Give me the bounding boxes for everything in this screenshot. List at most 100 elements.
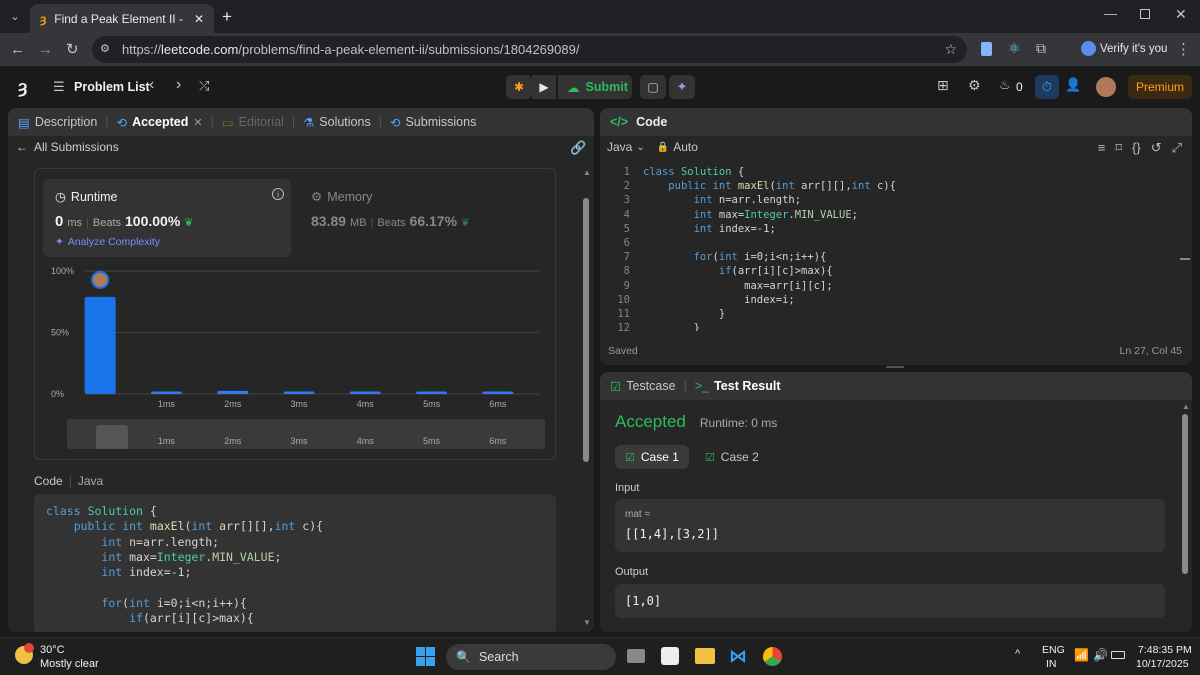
weather-desc[interactable]: Mostly clear (40, 658, 99, 670)
notes-icon[interactable]: ▢ (640, 75, 666, 99)
timer-icon[interactable]: ⏱ (1035, 75, 1059, 99)
scroll-down-arrow[interactable]: ▼ (583, 618, 591, 627)
close-tab-accepted-icon[interactable]: ✕ (193, 116, 202, 129)
tab-editorial[interactable]: ▭ Editorial (222, 115, 284, 130)
runtime-card[interactable]: ◷ Runtime i 0 ms | Beats 100.00% ❦ ✦ Analy… (43, 179, 291, 257)
reset-icon[interactable]: ↺ (1151, 140, 1162, 156)
restore-icon[interactable] (1140, 9, 1150, 19)
lang-in[interactable]: IN (1046, 658, 1057, 670)
slider-tick-label: 4ms (356, 436, 374, 446)
chart-bar[interactable] (217, 390, 249, 394)
tab-description[interactable]: ▤ Description (18, 115, 97, 130)
verify-label[interactable]: Verify it's you (1100, 43, 1167, 55)
premium-button[interactable]: Premium (1128, 75, 1192, 99)
extensions-puzzle-icon[interactable]: ⧉ (1036, 40, 1046, 57)
memory-card[interactable]: ⚙ Memory 83.89 MB | Beats 66.17% ❦ (299, 179, 547, 257)
chart-bar[interactable] (84, 296, 116, 394)
start-windows-icon[interactable] (416, 647, 435, 666)
site-info-icon[interactable]: ⚙ (100, 42, 110, 55)
app-icon-search[interactable] (661, 647, 679, 665)
next-problem-icon[interactable]: › (176, 76, 181, 94)
forward-icon[interactable]: → (38, 41, 53, 58)
problem-list-icon[interactable]: ☰ (53, 79, 65, 95)
info-icon[interactable]: i (272, 188, 284, 200)
chrome-icon[interactable] (763, 647, 782, 666)
minimize-icon[interactable]: — (1104, 6, 1117, 21)
share-link-icon[interactable]: 🔗 (570, 140, 586, 156)
slider-handle[interactable] (96, 425, 128, 449)
browser-menu-icon[interactable]: ⋮ (1176, 40, 1191, 58)
scroll-thumb[interactable] (583, 198, 589, 462)
tab-list-chevron-icon[interactable]: ⌄ (8, 9, 22, 23)
clock-time[interactable]: 7:48:35 PM (1138, 644, 1192, 656)
panel-resize-handle[interactable] (886, 366, 904, 368)
leetcode-logo-icon[interactable]: ȝ (18, 77, 27, 98)
wifi-icon[interactable]: 📶 (1074, 648, 1089, 662)
vscode-icon[interactable]: ⋈ (729, 646, 747, 667)
all-submissions-link[interactable]: ← All Submissions (16, 140, 119, 154)
expand-icon[interactable]: ⤢ (1172, 140, 1182, 156)
profile-avatar-icon[interactable] (1081, 41, 1096, 56)
case-2-tab[interactable]: ☑ Case 2 (695, 445, 769, 469)
case-1-tab[interactable]: ☑ Case 1 (615, 445, 689, 469)
reload-icon[interactable]: ↻ (66, 40, 79, 58)
browser-tab[interactable]: ȝ Find a Peak Element II - LeetCo ✕ (30, 4, 214, 33)
chart-bar[interactable] (416, 391, 448, 394)
file-explorer-icon[interactable] (695, 648, 715, 664)
prev-problem-icon[interactable]: ‹ (149, 76, 154, 94)
settings-gear-icon[interactable]: ⚙ (968, 77, 981, 94)
chart-range-slider[interactable]: 1ms 2ms 3ms 4ms 5ms 6ms (67, 419, 545, 449)
chart-bar[interactable] (283, 391, 315, 394)
shuffle-icon[interactable]: ⤮ (199, 78, 209, 94)
clock-date[interactable]: 10/17/2025 (1136, 658, 1189, 670)
scroll-up-arrow[interactable]: ▲ (583, 168, 591, 177)
auto-mode-toggle[interactable]: 🔒 Auto (657, 140, 698, 154)
language-select[interactable]: Java ⌄ (607, 140, 645, 154)
tab-solutions[interactable]: ⚗ Solutions (303, 115, 371, 130)
braces-icon[interactable]: {} (1132, 140, 1141, 156)
submitted-code-block[interactable]: class Solution { public int maxEl(int ar… (34, 494, 556, 632)
result-scroll-thumb[interactable] (1182, 414, 1188, 574)
close-tab-icon[interactable]: ✕ (194, 12, 204, 26)
lang-eng[interactable]: ENG (1042, 644, 1065, 656)
new-tab-icon[interactable]: + (222, 7, 232, 27)
editor-code-area[interactable]: class Solution { public int maxEl(int ar… (643, 165, 1173, 331)
code-line: } (643, 322, 700, 331)
submit-button[interactable]: ☁ Submit (558, 75, 632, 99)
user-avatar[interactable] (1096, 77, 1116, 97)
chart-bar[interactable] (150, 391, 182, 394)
debug-button[interactable]: ✱ (506, 75, 532, 99)
leaf-icon: ❦ (184, 217, 194, 229)
layout-grid-icon[interactable]: ⊞ (937, 77, 949, 94)
result-scrollbar[interactable]: ▲ (1182, 402, 1190, 627)
battery-icon[interactable] (1111, 651, 1125, 659)
bookmark-icon[interactable]: ⌑ (1115, 140, 1122, 156)
taskbar-search[interactable]: 🔍 Search (446, 644, 616, 670)
chart-bar[interactable] (349, 391, 381, 394)
run-button[interactable]: ▶ (532, 75, 556, 99)
url-field[interactable]: ⚙ https://leetcode.com/problems/find-a-p… (92, 36, 967, 63)
result-scroll-up[interactable]: ▲ (1182, 402, 1190, 411)
streak-flame-icon[interactable]: ♨ (999, 77, 1011, 93)
analyze-complexity-link[interactable]: ✦ Analyze Complexity (55, 236, 160, 248)
task-view-icon[interactable] (627, 649, 645, 663)
tab-submissions[interactable]: ⟲ Submissions (390, 115, 476, 130)
chart-bar[interactable] (482, 391, 514, 394)
extension-file-icon[interactable] (981, 42, 992, 56)
format-icon[interactable]: ≡ (1098, 140, 1106, 156)
tab-accepted[interactable]: ⟲ Accepted ✕ (117, 115, 203, 130)
add-friend-icon[interactable]: 👤 (1065, 77, 1081, 93)
back-icon[interactable]: ← (10, 41, 25, 58)
volume-icon[interactable]: 🔊 (1093, 648, 1108, 662)
line-number: 2 (623, 180, 630, 193)
vertical-scrollbar[interactable]: ▲ ▼ (583, 168, 591, 628)
bookmark-star-icon[interactable]: ☆ (944, 41, 957, 58)
react-devtools-icon[interactable]: ⚛ (1008, 40, 1021, 57)
close-window-icon[interactable]: ✕ (1175, 6, 1187, 23)
ai-sparkle-icon[interactable]: ✦ (669, 75, 695, 99)
weather-temp[interactable]: 30°C (40, 644, 65, 656)
tab-testcase[interactable]: ☑ Testcase (610, 379, 676, 394)
show-hidden-icons[interactable]: ^ (1015, 648, 1020, 660)
tab-test-result[interactable]: >_ Test Result (695, 379, 781, 393)
problem-list-link[interactable]: Problem List (74, 80, 150, 94)
